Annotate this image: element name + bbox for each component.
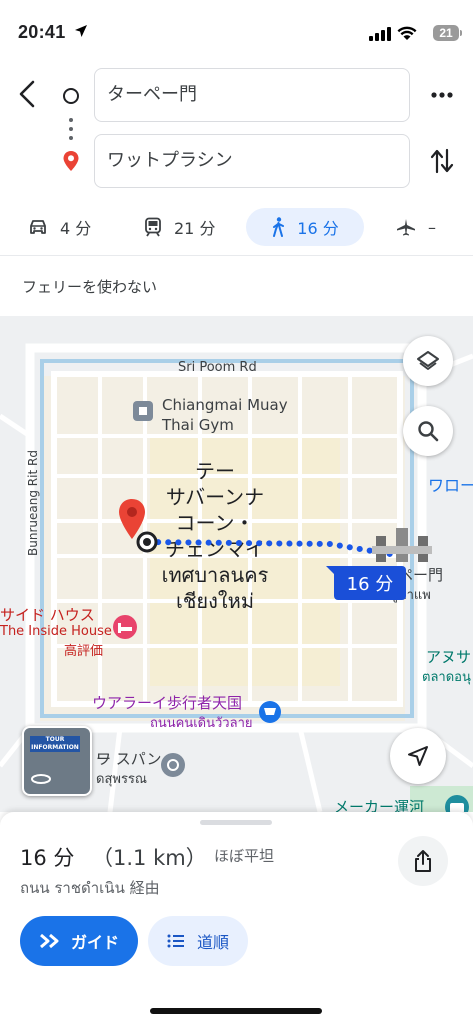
mode-flight-label: – <box>428 217 436 237</box>
wat-phan-label3: ดสุพรรณ <box>96 772 147 787</box>
canal-label[interactable]: メーカー運河 <box>334 796 424 812</box>
street-label-sri-poom: Sri Poom Rd <box>178 360 257 375</box>
route-time-badge-label: 16 分 <box>346 574 394 595</box>
guide-button[interactable]: ガイド <box>20 916 138 966</box>
inside-house-label3: 高評価 <box>64 644 104 659</box>
mode-tab-driving[interactable]: 4 分 <box>28 208 91 246</box>
street-label-bunrueang: Bunrueang Rit Rd <box>25 450 40 556</box>
mode-transit-label: 21 分 <box>174 219 216 238</box>
origin-gate-icon[interactable] <box>372 522 432 564</box>
share-icon <box>415 850 431 872</box>
layers-button[interactable] <box>403 336 453 386</box>
share-button[interactable] <box>398 836 448 886</box>
fast-forward-icon <box>40 933 59 949</box>
steps-button[interactable]: 道順 <box>148 916 248 966</box>
destination-label-line: เชียงใหม่ <box>175 589 255 613</box>
route-duration: 16 分 <box>20 846 75 870</box>
status-time: 20:41 <box>18 22 66 42</box>
mode-divider <box>0 255 473 256</box>
poi-gym-line1[interactable]: Chiangmai Muay <box>162 396 288 414</box>
signal-icon <box>369 27 391 41</box>
street-view-thumbnail[interactable]: TOUR INFORMATION <box>22 726 92 796</box>
destination-target-icon <box>136 531 158 553</box>
street-view-sign-text: TOUR INFORMATION <box>31 736 79 751</box>
layers-icon <box>417 351 439 370</box>
mode-tab-walking[interactable]: 16 分 <box>246 208 364 246</box>
shopping-icon[interactable] <box>258 700 282 724</box>
wifi-icon <box>397 26 417 40</box>
back-icon[interactable] <box>16 80 40 108</box>
home-indicator <box>150 1008 322 1014</box>
route-via: ถนน ราชดำเนิน 経由 <box>20 879 160 897</box>
route-badge-tail <box>326 566 340 580</box>
battery-indicator: 21 <box>433 25 459 41</box>
mode-walking-label: 16 分 <box>297 219 339 238</box>
route-distance: （1.1 km） <box>92 846 207 870</box>
destination-label-line: テー <box>195 459 235 483</box>
location-arrow-icon <box>75 25 87 37</box>
street-view-360-icon <box>31 774 51 784</box>
destination-label-line: コーン・ <box>175 511 255 535</box>
route-time-badge[interactable]: 16 分 <box>334 566 406 600</box>
more-options-icon[interactable] <box>430 90 454 100</box>
mode-tab-flight[interactable]: – <box>396 208 436 246</box>
car-icon <box>30 220 46 234</box>
hotel-icon[interactable] <box>112 614 138 640</box>
destination-pin-icon <box>63 151 79 171</box>
walking-route-line <box>145 539 393 557</box>
route-dots-icon <box>69 118 73 140</box>
walking-street-label1[interactable]: ウアラーイ歩行者天国 <box>92 692 242 713</box>
origin-circle-icon <box>63 88 79 104</box>
inside-house-label1[interactable]: サイド ハウス <box>0 604 95 625</box>
destination-input[interactable]: ワットプラシン <box>94 134 410 188</box>
wat-label[interactable]: ワロー <box>428 472 473 496</box>
camera-poi-icon[interactable] <box>444 794 470 812</box>
anusarn-label1[interactable]: アヌサ <box>426 646 471 667</box>
destination-label-line: サバーンナ <box>165 485 265 509</box>
destination-label-line: เทศบาลนคร <box>161 563 269 587</box>
route-terrain: ほぼ平坦 <box>214 847 275 865</box>
battery-tip <box>460 30 462 36</box>
ferry-option[interactable]: フェリーを使わない <box>22 276 157 297</box>
walking-street-label2: ถนนคนเดินวัวลาย <box>150 716 253 731</box>
guide-button-label: ガイド <box>70 933 119 952</box>
flight-icon <box>397 219 415 236</box>
swap-icon[interactable] <box>430 148 454 174</box>
anusarn-label2: ตลาดอนุ <box>422 670 471 685</box>
transit-icon <box>145 217 161 237</box>
my-location-button[interactable] <box>390 728 446 784</box>
navigation-arrow-icon <box>408 746 428 766</box>
search-icon <box>418 421 439 442</box>
inside-house-label2[interactable]: The Inside House <box>0 624 112 639</box>
steps-button-label: 道順 <box>196 933 229 952</box>
sheet-drag-handle[interactable] <box>200 820 272 825</box>
wat-phan-label2[interactable]: ー スパン <box>96 748 162 769</box>
walk-icon <box>273 217 285 237</box>
gym-poi-icon[interactable] <box>132 400 154 422</box>
temple-icon[interactable] <box>160 752 186 778</box>
origin-input[interactable]: ターペー門 <box>94 68 410 122</box>
street-view-sign: TOUR INFORMATION <box>30 736 80 752</box>
map-view[interactable]: Sri Poom Rd Bunrueang Rit Rd Chiangmai M… <box>0 316 473 812</box>
list-icon <box>167 934 184 948</box>
mode-driving-label: 4 分 <box>60 219 92 238</box>
poi-gym-line2[interactable]: Thai Gym <box>162 416 234 434</box>
mode-tab-transit[interactable]: 21 分 <box>144 208 215 246</box>
map-search-button[interactable] <box>403 406 453 456</box>
